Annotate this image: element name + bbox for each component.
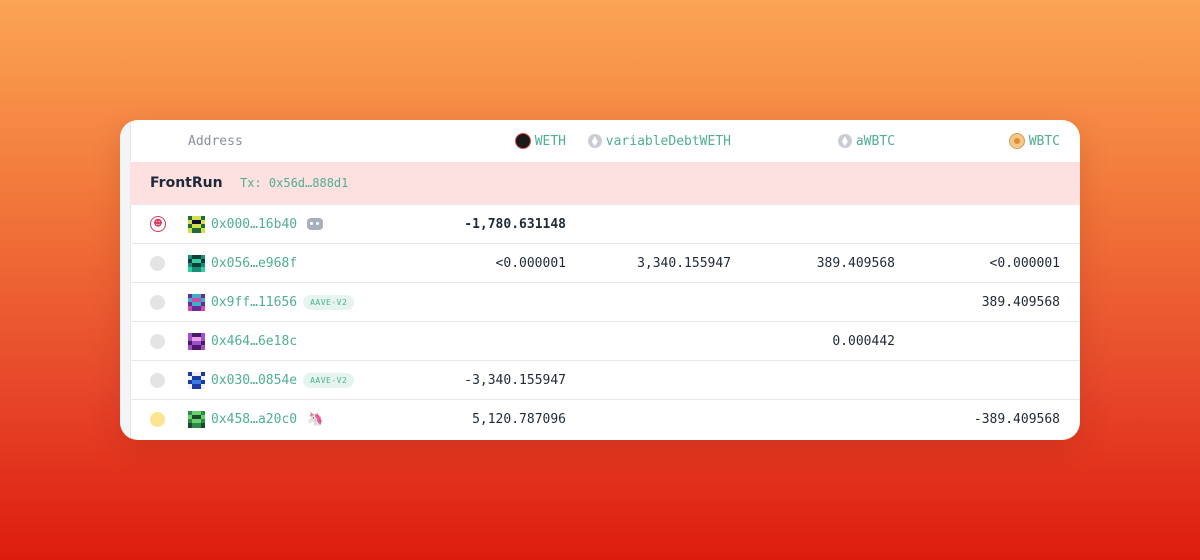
wbtc-icon (1008, 133, 1025, 149)
weth-value: 5,120.787096 (472, 411, 566, 427)
status-dot (150, 411, 165, 427)
awbtc-value: 0.000442 (832, 333, 895, 349)
wbtc-value: <0.000001 (989, 255, 1060, 271)
status-dot (150, 372, 165, 388)
table-header: Address WETH variableDebtWETH aWBTC WBTC (130, 120, 1080, 162)
status-indicator (150, 244, 165, 282)
weth-value: -1,780.631148 (464, 216, 566, 232)
address-cell: 0x000…16b40 (188, 205, 324, 243)
status-indicator (150, 283, 165, 321)
awbtc-value: 389.409568 (816, 255, 895, 271)
wbtc-value: -389.409568 (973, 411, 1060, 427)
avatar (188, 254, 205, 272)
address-cell: 0x9ff…11656 AAVE-V2 (188, 283, 355, 321)
weth-value: <0.000001 (495, 255, 566, 271)
address-link[interactable]: 0x030…0854e (211, 373, 297, 388)
tx-hash-link[interactable]: Tx: 0x56d…888d1 (240, 162, 348, 204)
status-indicator (150, 322, 165, 360)
address-link[interactable]: 0x056…e968f (211, 256, 297, 271)
address-header: Address (188, 133, 243, 149)
address-link[interactable]: 0x458…a20c0 (211, 412, 297, 427)
status-dot (150, 333, 165, 349)
transaction-balance-table: Address WETH variableDebtWETH aWBTC WBTC… (120, 120, 1080, 440)
column-label: WETH (534, 133, 566, 149)
avatar (188, 332, 205, 350)
group-title: FrontRun (150, 175, 223, 191)
table-row: 0x458…a20c0 🦄 5,120.787096 -389.409568 (130, 400, 1080, 438)
uniswap-icon: 🦄 (307, 411, 324, 427)
eth-icon (837, 134, 852, 148)
weth-value: -3,340.155947 (464, 372, 566, 388)
status-indicator (150, 361, 165, 399)
status-indicator (150, 400, 165, 438)
address-link[interactable]: 0x000…16b40 (211, 217, 297, 232)
address-cell: 0x030…0854e AAVE-V2 (188, 361, 355, 399)
column-label: aWBTC (855, 133, 895, 149)
variabledebtweth-value: 3,340.155947 (637, 255, 731, 271)
weth-icon (514, 133, 531, 149)
column-weth[interactable]: WETH (514, 120, 566, 162)
robot-icon (307, 218, 324, 230)
column-variabledebtweth[interactable]: variableDebtWETH (587, 120, 731, 162)
attacker-face-icon: ☻ (150, 216, 166, 232)
column-label: WBTC (1028, 133, 1060, 149)
table-row: ☻ 0x000…16b40 -1,780.631148 (130, 205, 1080, 244)
column-wbtc[interactable]: WBTC (1008, 120, 1060, 162)
column-awbtc[interactable]: aWBTC (837, 120, 895, 162)
address-cell: 0x464…6e18c (188, 322, 297, 360)
avatar (188, 215, 205, 233)
table-row: 0x056…e968f <0.000001 3,340.155947 389.4… (130, 244, 1080, 283)
table-row: 0x030…0854e AAVE-V2 -3,340.155947 (130, 361, 1080, 400)
status-indicator: ☻ (150, 205, 166, 243)
frontrun-group-header: FrontRun Tx: 0x56d…888d1 (130, 162, 1080, 205)
address-cell: 0x056…e968f (188, 244, 297, 282)
wbtc-value: 389.409568 (981, 294, 1060, 310)
protocol-tag: AAVE-V2 (303, 294, 355, 310)
table-row: 0x9ff…11656 AAVE-V2 389.409568 (130, 283, 1080, 322)
address-link[interactable]: 0x464…6e18c (211, 334, 297, 349)
avatar (188, 371, 205, 389)
address-link[interactable]: 0x9ff…11656 (211, 295, 297, 310)
protocol-tag: AAVE-V2 (303, 372, 355, 388)
status-dot (150, 294, 165, 310)
avatar (188, 410, 205, 428)
status-dot (150, 255, 165, 271)
column-label: variableDebtWETH (605, 133, 731, 149)
eth-icon (587, 134, 602, 148)
table-row: 0x464…6e18c 0.000442 (130, 322, 1080, 361)
address-cell: 0x458…a20c0 🦄 (188, 400, 323, 438)
avatar (188, 293, 205, 311)
